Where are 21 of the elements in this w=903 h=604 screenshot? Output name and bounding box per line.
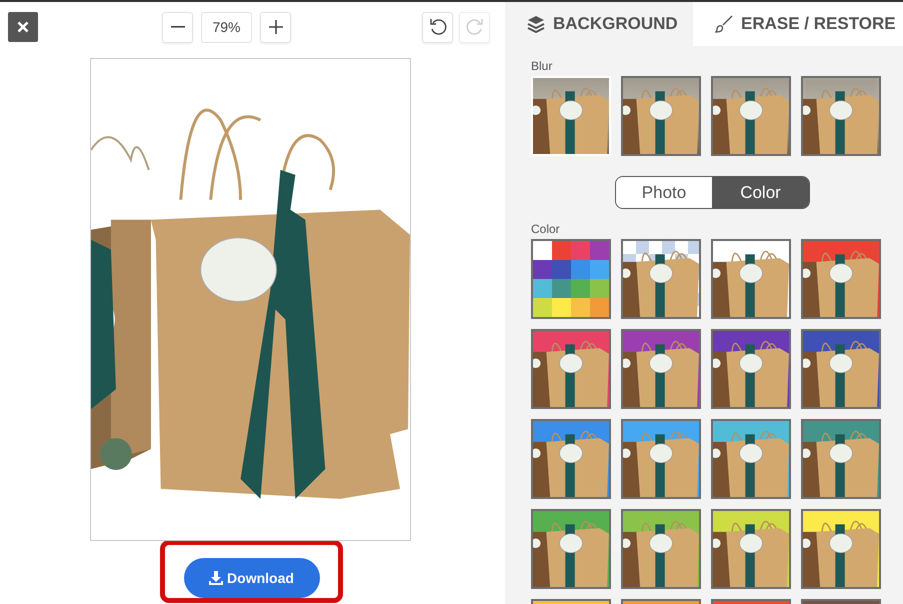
download-icon (209, 571, 224, 585)
mode-option[interactable]: Photo (616, 177, 712, 208)
section-label: Blur (531, 59, 554, 73)
undo-button[interactable] (422, 12, 453, 42)
zoom-field[interactable]: 79% (201, 12, 252, 42)
redo-icon (466, 18, 484, 36)
zoom-out-button[interactable] (162, 12, 193, 42)
panel-tab[interactable]: ERASE / RESTORE (693, 2, 903, 46)
minus-icon (170, 26, 184, 28)
zoom-in-button[interactable] (260, 12, 291, 42)
close-button[interactable] (8, 12, 38, 42)
plus-icon (268, 20, 282, 34)
color-palette-button[interactable] (531, 239, 611, 319)
layers-icon (527, 15, 545, 33)
download-button[interactable]: Download (184, 558, 320, 598)
undo-icon (428, 18, 446, 36)
section-label: Color (531, 222, 561, 236)
brush-icon (715, 15, 733, 33)
palette-icon (533, 241, 609, 317)
mode-option[interactable]: Color (712, 177, 809, 208)
close-icon (17, 21, 29, 33)
